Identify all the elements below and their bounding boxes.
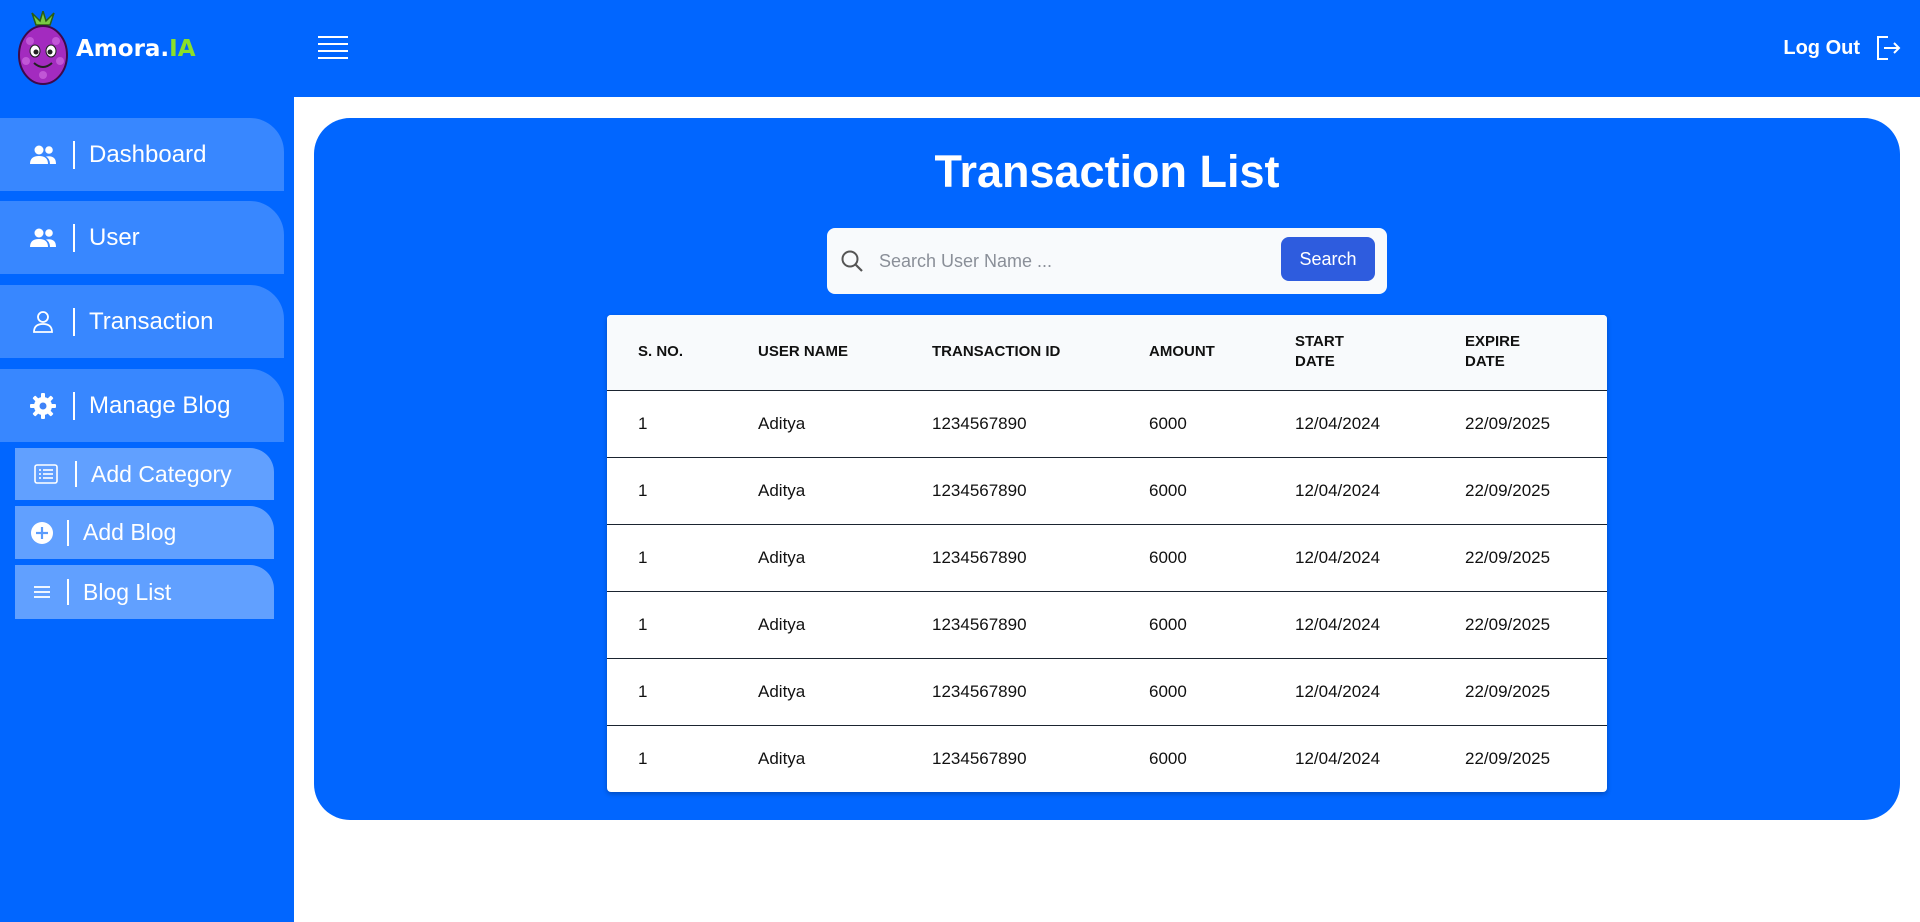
logout-label: Log Out [1783, 36, 1860, 59]
user-icon [29, 308, 57, 336]
brand-name: Amora.IA [76, 36, 196, 62]
cell-expire-date: 22/09/2025 [1465, 523, 1607, 591]
sidebar-item-label: User [89, 223, 140, 251]
divider [67, 519, 69, 546]
sidebar-subitem-label: Add Category [91, 460, 232, 487]
users-icon [29, 224, 57, 252]
cell-user-name: Aditya [758, 724, 932, 792]
menu-toggle-icon[interactable] [318, 36, 348, 60]
divider [73, 307, 75, 336]
page-title: Transaction List [934, 146, 1280, 197]
sidebar-subitem-blog-list[interactable]: Blog List [15, 565, 274, 619]
divider [75, 461, 77, 487]
table-row[interactable]: 1 Aditya 1234567890 6000 12/04/2024 22/0… [607, 590, 1607, 658]
table-row[interactable]: 1 Aditya 1234567890 6000 12/04/2024 22/0… [607, 456, 1607, 524]
cell-user-name: Aditya [758, 590, 932, 658]
transaction-table: S. NO. USER NAME TRANSACTION ID AMOUNT S… [607, 315, 1607, 792]
cell-user-name: Aditya [758, 523, 932, 591]
search-input[interactable] [879, 250, 1259, 272]
sidebar-subitem-add-blog[interactable]: Add Blog [15, 506, 274, 559]
cell-expire-date: 22/09/2025 [1465, 456, 1607, 524]
divider [73, 391, 75, 420]
sidebar-item-label: Transaction [89, 307, 214, 335]
cell-amount: 6000 [1149, 590, 1295, 658]
cell-serial-number: 1 [607, 724, 758, 792]
sidebar-item-user[interactable]: User [0, 201, 284, 274]
cell-amount: 6000 [1149, 657, 1295, 725]
search-button[interactable]: Search [1281, 237, 1375, 281]
sidebar-subitem-label: Add Blog [83, 519, 177, 545]
cell-serial-number: 1 [607, 523, 758, 591]
cell-serial-number: 1 [607, 657, 758, 725]
cell-expire-date: 22/09/2025 [1465, 389, 1607, 457]
list-box-icon [33, 461, 59, 487]
cell-amount: 6000 [1149, 389, 1295, 457]
sidebar-subitem-label: Blog List [83, 578, 172, 605]
brand-logo[interactable]: Amora.IA [16, 10, 196, 88]
cell-start-date: 12/04/2024 [1295, 657, 1465, 725]
column-header[interactable]: TRANSACTION ID [932, 315, 1149, 390]
raspberry-mascot-icon [18, 11, 68, 85]
cell-start-date: 12/04/2024 [1295, 523, 1465, 591]
content-panel: Transaction List Search S. NO. USER NAME… [314, 118, 1900, 820]
sidebar-item-label: Dashboard [89, 140, 207, 168]
sidebar-item-dashboard[interactable]: Dashboard [0, 118, 284, 191]
logout-button[interactable]: Log Out [1783, 34, 1902, 62]
divider [73, 223, 75, 252]
plus-circle-icon [29, 520, 55, 546]
sidebar-item-label: Manage Blog [89, 391, 231, 419]
cell-expire-date: 22/09/2025 [1465, 590, 1607, 658]
gear-icon [29, 392, 57, 420]
cell-start-date: 12/04/2024 [1295, 724, 1465, 792]
sidebar-item-manage-blog[interactable]: Manage Blog [0, 369, 284, 442]
users-icon [29, 141, 57, 169]
cell-expire-date: 22/09/2025 [1465, 724, 1607, 792]
cell-amount: 6000 [1149, 456, 1295, 524]
cell-amount: 6000 [1149, 523, 1295, 591]
cell-start-date: 12/04/2024 [1295, 456, 1465, 524]
column-header[interactable]: USER NAME [758, 315, 932, 390]
table-header-row: S. NO. USER NAME TRANSACTION ID AMOUNT S… [607, 315, 1607, 390]
divider [67, 579, 69, 605]
column-header[interactable]: EXPIRE DATE [1465, 315, 1607, 390]
column-header[interactable]: S. NO. [607, 315, 758, 390]
search-icon [841, 250, 863, 272]
top-bar: Log Out [294, 0, 1920, 97]
cell-start-date: 12/04/2024 [1295, 389, 1465, 457]
cell-amount: 6000 [1149, 724, 1295, 792]
search-bar: Search [827, 228, 1387, 294]
cell-serial-number: 1 [607, 389, 758, 457]
column-header[interactable]: START DATE [1295, 315, 1465, 390]
sidebar-subitem-add-category[interactable]: Add Category [15, 448, 274, 500]
cell-user-name: Aditya [758, 456, 932, 524]
cell-start-date: 12/04/2024 [1295, 590, 1465, 658]
divider [73, 140, 75, 169]
table-row[interactable]: 1 Aditya 1234567890 6000 12/04/2024 22/0… [607, 657, 1607, 725]
sidebar-item-transaction[interactable]: Transaction [0, 285, 284, 358]
cell-transaction-id: 1234567890 [932, 456, 1149, 524]
logout-icon [1877, 36, 1901, 60]
cell-serial-number: 1 [607, 456, 758, 524]
cell-user-name: Aditya [758, 389, 932, 457]
cell-transaction-id: 1234567890 [932, 389, 1149, 457]
table-row[interactable]: 1 Aditya 1234567890 6000 12/04/2024 22/0… [607, 724, 1607, 792]
sidebar: Amora.IA Dashboard User Transaction Mana… [0, 0, 294, 922]
cell-serial-number: 1 [607, 590, 758, 658]
cell-transaction-id: 1234567890 [932, 590, 1149, 658]
column-header[interactable]: AMOUNT [1149, 315, 1295, 390]
cell-user-name: Aditya [758, 657, 932, 725]
cell-transaction-id: 1234567890 [932, 724, 1149, 792]
table-row[interactable]: 1 Aditya 1234567890 6000 12/04/2024 22/0… [607, 523, 1607, 591]
cell-transaction-id: 1234567890 [932, 523, 1149, 591]
cell-transaction-id: 1234567890 [932, 657, 1149, 725]
list-icon [29, 579, 55, 605]
cell-expire-date: 22/09/2025 [1465, 657, 1607, 725]
table-row[interactable]: 1 Aditya 1234567890 6000 12/04/2024 22/0… [607, 389, 1607, 457]
